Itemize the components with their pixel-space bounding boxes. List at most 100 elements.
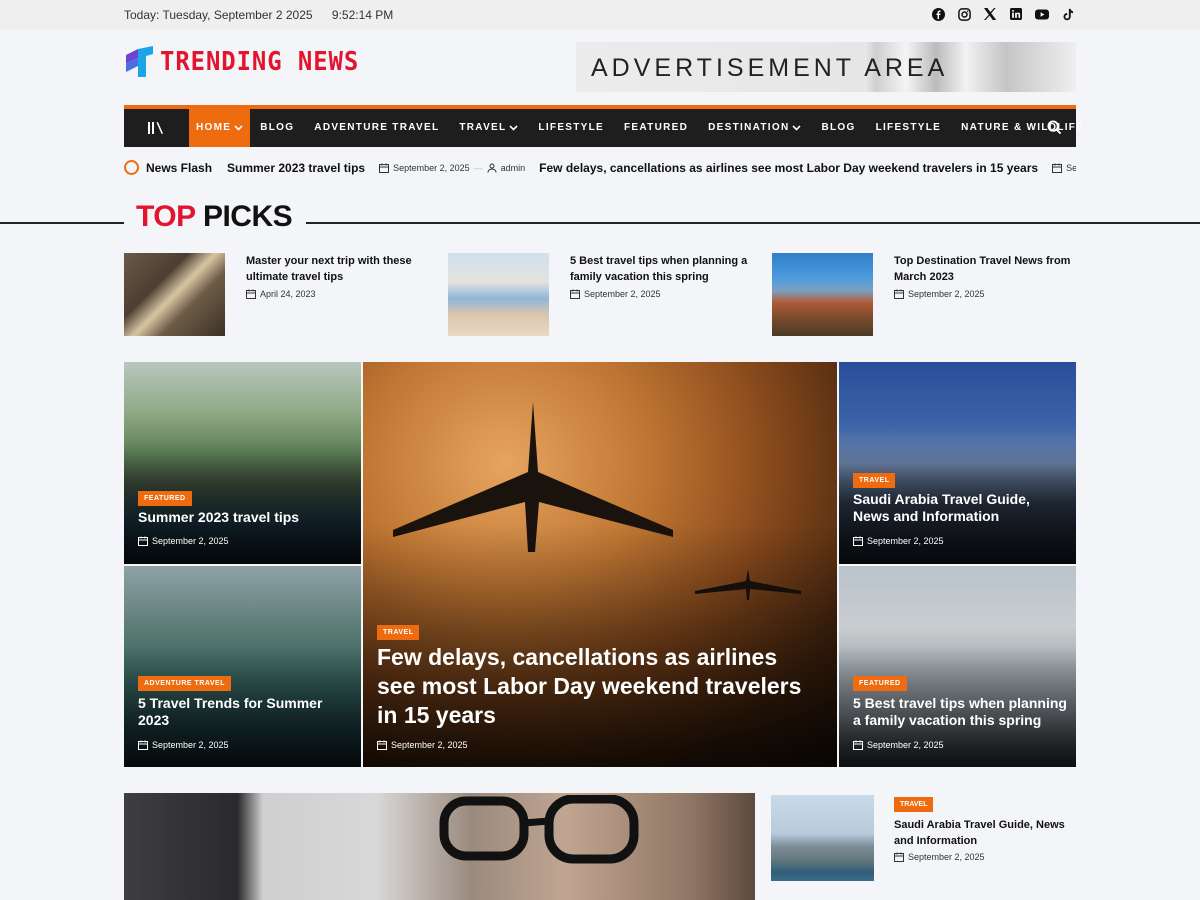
nav-item-label: ADVENTURE TRAVEL — [314, 122, 440, 133]
ticker-author[interactable]: admin — [501, 163, 526, 173]
nav-menu: HOME BLOG ADVENTURE TRAVEL TRAVEL LIFEST… — [189, 109, 1094, 147]
linkedin-icon[interactable] — [1008, 6, 1024, 22]
post-thumbnail[interactable] — [771, 795, 874, 881]
featured-card[interactable]: TRAVEL Saudi Arabia Travel Guide, News a… — [839, 362, 1076, 564]
featured-card[interactable]: ADVENTURE TRAVEL 5 Travel Trends for Sum… — [124, 566, 361, 767]
post-date: September 2, 2025 — [894, 289, 985, 299]
calendar-icon — [138, 536, 148, 546]
nav-item-adventure-travel[interactable]: ADVENTURE TRAVEL — [304, 109, 449, 147]
nav-item-label: LIFESTYLE — [538, 122, 605, 133]
logo-mark-icon — [126, 46, 153, 77]
nav-item-lifestyle-2[interactable]: LIFESTYLE — [866, 109, 952, 147]
category-badge[interactable]: TRAVEL — [377, 625, 420, 640]
nav-item-lifestyle[interactable]: LIFESTYLE — [528, 109, 614, 147]
category-badge[interactable]: TRAVEL — [853, 473, 896, 488]
section-title-part: TOP — [136, 200, 196, 233]
calendar-icon — [377, 740, 387, 750]
site-logo[interactable]: TRENDING NEWS — [124, 46, 377, 78]
card-date: September 2, 2025 — [853, 536, 944, 546]
ticker-headline[interactable]: Few delays, cancellations as airlines se… — [539, 161, 1038, 175]
card-date-text: September 2, 2025 — [152, 740, 229, 750]
card-title[interactable]: 5 Best travel tips when planning a famil… — [853, 695, 1068, 729]
nav-item-travel[interactable]: TRAVEL — [449, 109, 528, 147]
ticker-meta: September 2, 2025 — admin — [379, 163, 525, 173]
nav-item-blog[interactable]: BLOG — [250, 109, 304, 147]
news-flash-text: News Flash — [146, 160, 213, 175]
nav-item-label: TRAVEL — [459, 122, 507, 133]
nav-item-nature-wildlife[interactable]: NATURE & WILDLIFE — [951, 109, 1094, 147]
nav-item-label: HOME — [196, 122, 232, 133]
glasses-illustration — [439, 795, 639, 864]
advertisement-banner[interactable]: ADVERTISEMENT AREA — [576, 42, 1076, 92]
lead-article-image[interactable] — [124, 793, 755, 900]
post-title[interactable]: Top Destination Travel News from March 2… — [894, 253, 1072, 285]
category-badge[interactable]: FEATURED — [853, 676, 907, 691]
chevron-down-icon — [509, 125, 518, 131]
menu-toggle-icon[interactable] — [124, 109, 188, 147]
chevron-down-icon — [234, 125, 243, 131]
card-title[interactable]: Saudi Arabia Travel Guide, News and Info… — [853, 491, 1068, 525]
card-overlay — [839, 566, 1076, 767]
featured-card-main[interactable]: TRAVEL Few delays, cancellations as airl… — [363, 362, 837, 767]
sidebar-post[interactable]: TRAVEL Saudi Arabia Travel Guide, News a… — [771, 795, 1076, 885]
top-pick-item[interactable]: Master your next trip with these ultimat… — [124, 253, 424, 337]
post-date: September 2, 2025 — [894, 852, 985, 862]
youtube-icon[interactable] — [1034, 6, 1050, 22]
top-pick-item[interactable]: Top Destination Travel News from March 2… — [772, 253, 1072, 337]
card-date: September 2, 2025 — [853, 740, 944, 750]
post-thumbnail[interactable] — [448, 253, 549, 336]
nav-item-label: LIFESTYLE — [875, 122, 942, 133]
ticker-headline[interactable]: Summer 2023 travel tips — [227, 161, 365, 175]
site-name: TRENDING NEWS — [160, 47, 360, 77]
ticker-items: Summer 2023 travel tips September 2, 202… — [227, 161, 1076, 175]
calendar-icon — [138, 740, 148, 750]
date-time: Today: Tuesday, September 2 2025 9:52:14… — [124, 8, 409, 22]
post-date: September 2, 2025 — [570, 289, 661, 299]
card-title[interactable]: 5 Travel Trends for Summer 2023 — [138, 695, 348, 729]
featured-card[interactable]: FEATURED 5 Best travel tips when plannin… — [839, 566, 1076, 767]
tiktok-icon[interactable] — [1060, 6, 1076, 22]
main-navigation: HOME BLOG ADVENTURE TRAVEL TRAVEL LIFEST… — [124, 105, 1083, 147]
instagram-icon[interactable] — [956, 6, 972, 22]
x-icon[interactable] — [982, 6, 998, 22]
post-title[interactable]: Master your next trip with these ultimat… — [246, 253, 424, 285]
calendar-icon — [379, 163, 390, 173]
category-badge[interactable]: ADVENTURE TRAVEL — [138, 676, 231, 691]
nav-item-destination[interactable]: DESTINATION — [698, 109, 811, 147]
section-divider — [0, 222, 124, 224]
section-title-part: PICKS — [202, 200, 293, 233]
calendar-icon — [853, 740, 863, 750]
post-date-text: September 2, 2025 — [908, 289, 985, 299]
post-title[interactable]: 5 Best travel tips when planning a famil… — [570, 253, 748, 285]
featured-card[interactable]: FEATURED Summer 2023 travel tips Septemb… — [124, 362, 361, 564]
card-date: September 2, 2025 — [138, 740, 229, 750]
nav-item-blog-2[interactable]: BLOG — [811, 109, 865, 147]
top-pick-item[interactable]: 5 Best travel tips when planning a famil… — [448, 253, 748, 337]
search-icon[interactable] — [1047, 120, 1062, 140]
facebook-icon[interactable] — [930, 6, 946, 22]
calendar-icon — [570, 289, 580, 299]
ticker-date: September 2, 2025 — [393, 163, 470, 173]
category-badge[interactable]: TRAVEL — [894, 797, 934, 812]
calendar-icon — [894, 289, 904, 299]
section-title-top-picks: TOP PICKS — [136, 200, 293, 234]
calendar-icon — [853, 536, 863, 546]
ticker-meta: September 2, 2025 — ad — [1052, 163, 1076, 173]
post-title[interactable]: Saudi Arabia Travel Guide, News and Info… — [894, 817, 1074, 849]
post-thumbnail[interactable] — [124, 253, 225, 336]
separator-dash: — — [473, 163, 483, 173]
nav-item-featured[interactable]: FEATURED — [614, 109, 698, 147]
post-date-text: April 24, 2023 — [260, 289, 316, 299]
card-title[interactable]: Summer 2023 travel tips — [138, 508, 348, 526]
post-thumbnail[interactable] — [772, 253, 873, 336]
card-title[interactable]: Few delays, cancellations as airlines se… — [377, 643, 817, 730]
nav-item-home[interactable]: HOME — [189, 109, 251, 147]
social-links — [930, 6, 1076, 22]
current-date: Today: Tuesday, September 2 2025 — [124, 8, 313, 22]
calendar-icon — [1052, 163, 1063, 173]
category-badge[interactable]: FEATURED — [138, 491, 192, 506]
card-date-text: September 2, 2025 — [391, 740, 468, 750]
user-icon — [487, 163, 497, 173]
calendar-icon — [246, 289, 256, 299]
card-overlay — [839, 362, 1076, 564]
